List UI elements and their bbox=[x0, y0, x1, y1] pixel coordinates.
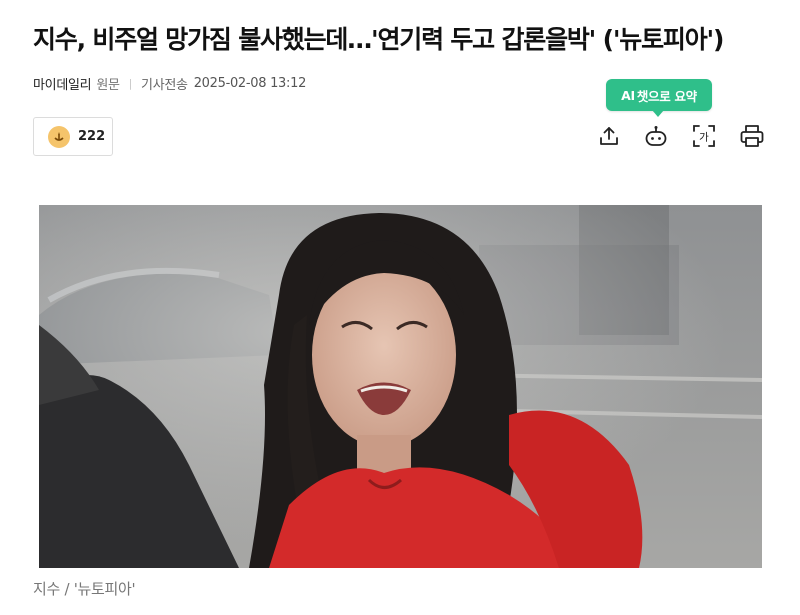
print-icon bbox=[740, 125, 764, 147]
ai-summary-label: 챗으로 요약 bbox=[636, 88, 697, 104]
original-link[interactable]: 원문 bbox=[96, 74, 120, 93]
ai-chat-button[interactable] bbox=[641, 121, 671, 151]
font-size-label: 가 bbox=[699, 132, 709, 144]
print-button[interactable] bbox=[737, 121, 767, 151]
reaction-count: 222 bbox=[78, 129, 106, 144]
reaction-icon bbox=[48, 125, 70, 148]
font-size-icon: 가 bbox=[693, 125, 715, 147]
share-button[interactable] bbox=[594, 121, 624, 151]
photo-illustration bbox=[39, 205, 762, 568]
ai-summary-button[interactable]: AI 챗으로 요약 bbox=[606, 79, 712, 117]
font-size-button[interactable]: 가 bbox=[689, 121, 719, 151]
article-headline: 지수, 비주얼 망가짐 불사했는데…'연기력 두고 갑론을박' ('뉴토피아') bbox=[33, 25, 724, 54]
ai-badge-caret bbox=[652, 110, 664, 117]
sent-label: 기사전송 bbox=[141, 77, 188, 93]
photo-caption: 지수 / '뉴토피아' bbox=[33, 580, 136, 598]
ai-chat-icon bbox=[645, 126, 667, 146]
share-icon bbox=[600, 127, 618, 145]
meta-divider: | bbox=[128, 76, 133, 90]
press-name[interactable]: 마이데일리 bbox=[33, 74, 92, 93]
ai-label: AI bbox=[621, 87, 635, 103]
article-meta: 마이데일리 원문 | 기사전송 2025-02-08 13:12 bbox=[33, 73, 306, 93]
reaction-button[interactable]: 222 bbox=[33, 117, 113, 156]
sent-time: 2025-02-08 13:12 bbox=[193, 75, 307, 91]
article-photo bbox=[39, 205, 762, 568]
